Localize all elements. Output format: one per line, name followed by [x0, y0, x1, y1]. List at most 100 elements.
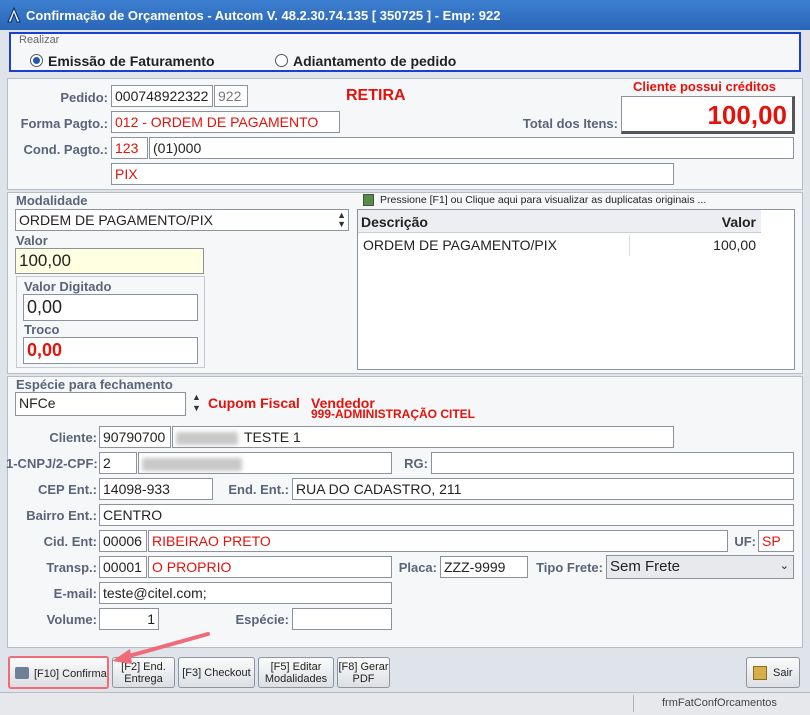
spin-icon[interactable]: ▲ ▼: [337, 211, 346, 229]
form-name: frmFatConfOrcamentos: [662, 697, 777, 709]
volume-value: 1: [147, 611, 155, 627]
printer-icon: [15, 667, 29, 679]
end-label: End. Ent.:: [228, 482, 289, 497]
confirma-button[interactable]: [F10] Confirma: [8, 656, 109, 689]
cliente-label: Cliente:: [49, 430, 97, 445]
checkout-label: [F3] Checkout: [182, 667, 251, 679]
grid-header: Descrição Valor: [358, 210, 761, 233]
cliente-creditos-label: Cliente possui créditos: [633, 79, 777, 94]
modalidade-grid: Descrição Valor ORDEM DE PAGAMENTO/PIX 1…: [357, 209, 795, 370]
table-row[interactable]: ORDEM DE PAGAMENTO/PIX 100,00: [358, 234, 761, 256]
cond-code-input[interactable]: 123: [111, 137, 148, 159]
editar-modalidades-button[interactable]: [F5] Editar Modalidades: [258, 657, 334, 688]
volume-input[interactable]: 1: [99, 608, 159, 630]
cliente-name-input[interactable]: TESTE 1: [172, 426, 674, 448]
cnpj-type-input[interactable]: 2: [99, 452, 137, 474]
pix-field: PIX: [111, 163, 674, 185]
radio-adiantamento[interactable]: [275, 54, 288, 67]
grid-col-descricao[interactable]: Descrição: [361, 214, 428, 230]
pdf-label-1: [F8] Gerar: [338, 661, 389, 673]
pedido-label: Pedido:: [60, 90, 108, 105]
uf-label: UF:: [734, 534, 756, 549]
especie-fechamento-label: Espécie para fechamento: [16, 377, 173, 392]
frete-label: Tipo Frete:: [536, 560, 603, 575]
row-valor: 100,00: [713, 237, 756, 253]
cnpj-label: 1-CNPJ/2-CPF:: [6, 456, 98, 471]
sair-label: Sair: [773, 667, 793, 679]
row-descricao: ORDEM DE PAGAMENTO/PIX: [363, 237, 557, 253]
cnpj-input[interactable]: [138, 452, 392, 474]
troco-input: 0,00: [23, 337, 198, 364]
frete-select[interactable]: Sem Frete ⌄: [606, 555, 794, 579]
window-title: Confirmação de Orçamentos - Autcom V. 48…: [26, 8, 501, 23]
blurred-cpf: [142, 457, 242, 471]
status-divider: [633, 695, 634, 712]
cond-label: Cond. Pagto.:: [23, 142, 109, 157]
frete-select-value: Sem Frete: [610, 558, 681, 575]
bairro-input[interactable]: CENTRO: [99, 504, 794, 526]
valor-input[interactable]: 100,00: [15, 248, 204, 274]
troco-label: Troco: [24, 322, 60, 337]
realizar-group: Realizar Emissão de Faturamento Adiantam…: [9, 32, 801, 72]
row-divider: [629, 234, 630, 256]
duplicatas-hint[interactable]: Pressione [F1] ou Clique aqui para visua…: [380, 194, 706, 206]
valor-label: Valor: [16, 233, 48, 248]
confirma-label: [F10] Confirma: [34, 668, 107, 680]
especie2-input[interactable]: [292, 608, 392, 630]
volume-label: Volume:: [46, 612, 97, 627]
pedido-input[interactable]: 000748922322: [111, 85, 213, 107]
chevron-down-icon[interactable]: ⌄: [780, 559, 789, 572]
transp-code-input[interactable]: 00001: [99, 556, 147, 578]
especie-spin-icon[interactable]: ▲ ▼: [192, 392, 201, 414]
app-icon: [7, 7, 21, 23]
transp-label: Transp.:: [46, 560, 97, 575]
total-value-box: 100,00: [621, 96, 795, 134]
email-label: E-mail:: [53, 586, 97, 601]
realizar-legend: Realizar: [19, 34, 60, 46]
uf-input[interactable]: SP: [758, 530, 794, 552]
radio-emissao-label[interactable]: Emissão de Faturamento: [48, 53, 215, 69]
total-value: 100,00: [707, 100, 787, 130]
forma-label: Forma Pagto.:: [20, 116, 108, 131]
end-input[interactable]: RUA DO CADASTRO, 211: [292, 478, 794, 500]
pedido-emp-input[interactable]: 922: [214, 85, 248, 107]
cid-code-input[interactable]: 00006: [99, 530, 147, 552]
transp-name-input[interactable]: O PROPRIO: [148, 556, 392, 578]
cid-name-input[interactable]: RIBEIRAO PRETO: [148, 530, 728, 552]
cliente-code-input[interactable]: 90790700: [99, 426, 171, 448]
cond-desc-input[interactable]: (01)000: [149, 137, 794, 159]
radio-emissao[interactable]: [30, 54, 43, 67]
gerar-pdf-button[interactable]: [F8] Gerar PDF: [337, 657, 390, 688]
cep-input[interactable]: 14098-933: [99, 478, 213, 500]
cid-label: Cid. Ent:: [43, 534, 97, 549]
especie2-label: Espécie:: [235, 612, 289, 627]
cliente-name: TESTE 1: [244, 429, 301, 445]
bairro-label: Bairro Ent.:: [26, 508, 97, 523]
radio-adiantamento-label[interactable]: Adiantamento de pedido: [293, 53, 456, 69]
blurred-text: [176, 431, 238, 445]
total-label: Total dos Itens:: [522, 116, 618, 131]
rg-input[interactable]: [431, 452, 794, 474]
pdf-label-2: PDF: [352, 673, 375, 685]
modalidade-select-value: ORDEM DE PAGAMENTO/PIX: [19, 212, 213, 228]
especie-fechamento-input[interactable]: NFCe: [15, 392, 186, 416]
calculator-icon[interactable]: [363, 194, 374, 206]
retira-label: RETIRA: [346, 87, 406, 104]
editar-label-1: [F5] Editar: [270, 661, 322, 673]
forma-input[interactable]: 012 - ORDEM DE PAGAMENTO: [111, 111, 340, 133]
email-input[interactable]: teste@citel.com;: [99, 582, 392, 604]
title-bar: Confirmação de Orçamentos - Autcom V. 48…: [0, 0, 810, 30]
placa-input[interactable]: ZZZ-9999: [440, 556, 528, 578]
status-bar: frmFatConfOrcamentos: [0, 692, 810, 715]
valor-digitado-input[interactable]: 0,00: [23, 294, 198, 321]
modalidade-select[interactable]: ORDEM DE PAGAMENTO/PIX ▲ ▼: [15, 209, 349, 231]
cupom-fiscal-label: Cupom Fiscal: [208, 395, 300, 411]
exit-icon: [753, 666, 767, 680]
placa-label: Placa:: [398, 560, 437, 575]
cep-label: CEP Ent.:: [38, 482, 97, 497]
valor-digitado-label: Valor Digitado: [24, 279, 112, 294]
annotation-arrow: [112, 632, 210, 664]
sair-button[interactable]: Sair: [746, 657, 800, 688]
editar-label-2: Modalidades: [264, 673, 328, 685]
grid-col-valor[interactable]: Valor: [722, 214, 756, 230]
